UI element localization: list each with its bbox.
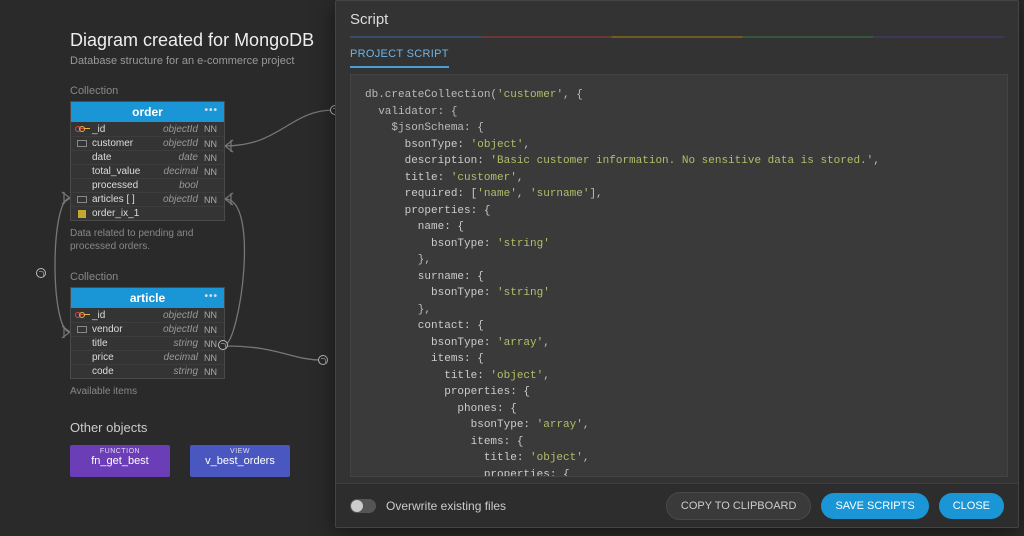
field-nn: NN [204, 139, 220, 149]
object-kind: VIEW [190, 448, 290, 455]
field-row[interactable]: pricedecimalNN [71, 350, 224, 364]
field-type: objectId [155, 124, 201, 135]
key-icon [75, 127, 89, 131]
field-row[interactable]: processedbool [71, 178, 224, 192]
diagram-panel: Diagram created for MongoDB Database str… [0, 0, 340, 536]
field-row[interactable]: articles [ ]objectIdNN [71, 192, 224, 206]
index-name: order_ix_1 [92, 208, 220, 219]
field-row[interactable]: vendorobjectIdNN [71, 322, 224, 336]
entity-header[interactable]: article••• [71, 288, 224, 308]
field-name: vendor [92, 324, 152, 335]
entity-note: Available items [70, 385, 225, 398]
field-nn: NN [204, 167, 220, 177]
object-kind: FUNCTION [70, 448, 170, 455]
field-name: processed [92, 180, 152, 191]
field-row[interactable]: datedateNN [71, 150, 224, 164]
page-subtitle: Database structure for an e-commerce pro… [70, 55, 340, 67]
index-icon [75, 210, 89, 218]
field-nn: NN [204, 195, 220, 205]
field-nn: NN [204, 367, 220, 377]
field-row[interactable]: _idobjectIdNN [71, 122, 224, 136]
close-button[interactable]: CLOSE [939, 493, 1004, 519]
field-name: code [92, 366, 152, 377]
ref-icon [75, 140, 89, 147]
field-name: title [92, 338, 152, 349]
port-icon [218, 340, 228, 350]
field-row[interactable]: customerobjectIdNN [71, 136, 224, 150]
copy-to-clipboard-button[interactable]: COPY TO CLIPBOARD [666, 492, 812, 520]
field-name: customer [92, 138, 152, 149]
field-type: objectId [155, 310, 201, 321]
ref-icon [75, 326, 89, 333]
field-nn: NN [204, 153, 220, 163]
field-nn: NN [204, 124, 220, 134]
field-row[interactable]: codestringNN [71, 364, 224, 378]
field-name: date [92, 152, 152, 163]
modal-title: Script [336, 1, 1018, 36]
overwrite-label: Overwrite existing files [386, 499, 506, 513]
tab-project-script[interactable]: PROJECT SCRIPT [350, 42, 449, 68]
entity-order[interactable]: order•••_idobjectIdNNcustomerobjectIdNNd… [70, 101, 225, 221]
object-fn_get_best[interactable]: FUNCTIONfn_get_best [70, 445, 170, 477]
field-name: articles [ ] [92, 194, 152, 205]
field-nn: NN [204, 325, 220, 335]
collection-label: Collection [70, 271, 340, 283]
script-modal: Script PROJECT SCRIPT db.createCollectio… [335, 0, 1019, 528]
field-type: objectId [155, 138, 201, 149]
field-type: decimal [155, 166, 201, 177]
object-name: fn_get_best [70, 455, 170, 467]
field-row[interactable]: titlestringNN [71, 336, 224, 350]
field-type: date [155, 152, 201, 163]
entity-header[interactable]: order••• [71, 102, 224, 122]
field-type: string [155, 338, 201, 349]
field-nn: NN [204, 353, 220, 363]
ref-icon [75, 196, 89, 203]
index-row[interactable]: order_ix_1 [71, 206, 224, 220]
field-name: price [92, 352, 152, 363]
field-name: _id [92, 310, 152, 321]
other-objects-heading: Other objects [70, 420, 340, 435]
field-name: _id [92, 124, 152, 135]
page-title-block: Diagram created for MongoDB Database str… [70, 30, 340, 67]
field-name: total_value [92, 166, 152, 177]
object-v_best_orders[interactable]: VIEWv_best_orders [190, 445, 290, 477]
key-icon [75, 313, 89, 317]
field-nn: NN [204, 310, 220, 320]
field-row[interactable]: total_valuedecimalNN [71, 164, 224, 178]
overwrite-toggle[interactable] [350, 499, 376, 513]
port-icon [318, 355, 328, 365]
field-type: objectId [155, 194, 201, 205]
entity-note: Data related to pending and processed or… [70, 227, 225, 253]
field-type: decimal [155, 352, 201, 363]
entity-menu-icon[interactable]: ••• [204, 105, 218, 116]
script-code[interactable]: db.createCollection('customer', { valida… [350, 74, 1008, 477]
field-type: bool [155, 180, 201, 191]
accent-bar [350, 36, 1004, 38]
field-type: string [155, 366, 201, 377]
page-title: Diagram created for MongoDB [70, 30, 340, 51]
field-type: objectId [155, 324, 201, 335]
field-row[interactable]: _idobjectIdNN [71, 308, 224, 322]
entity-menu-icon[interactable]: ••• [204, 291, 218, 302]
collection-label: Collection [70, 85, 340, 97]
save-scripts-button[interactable]: SAVE SCRIPTS [821, 493, 928, 519]
port-icon [36, 268, 46, 278]
entity-article[interactable]: article•••_idobjectIdNNvendorobjectIdNNt… [70, 287, 225, 379]
object-name: v_best_orders [190, 455, 290, 467]
